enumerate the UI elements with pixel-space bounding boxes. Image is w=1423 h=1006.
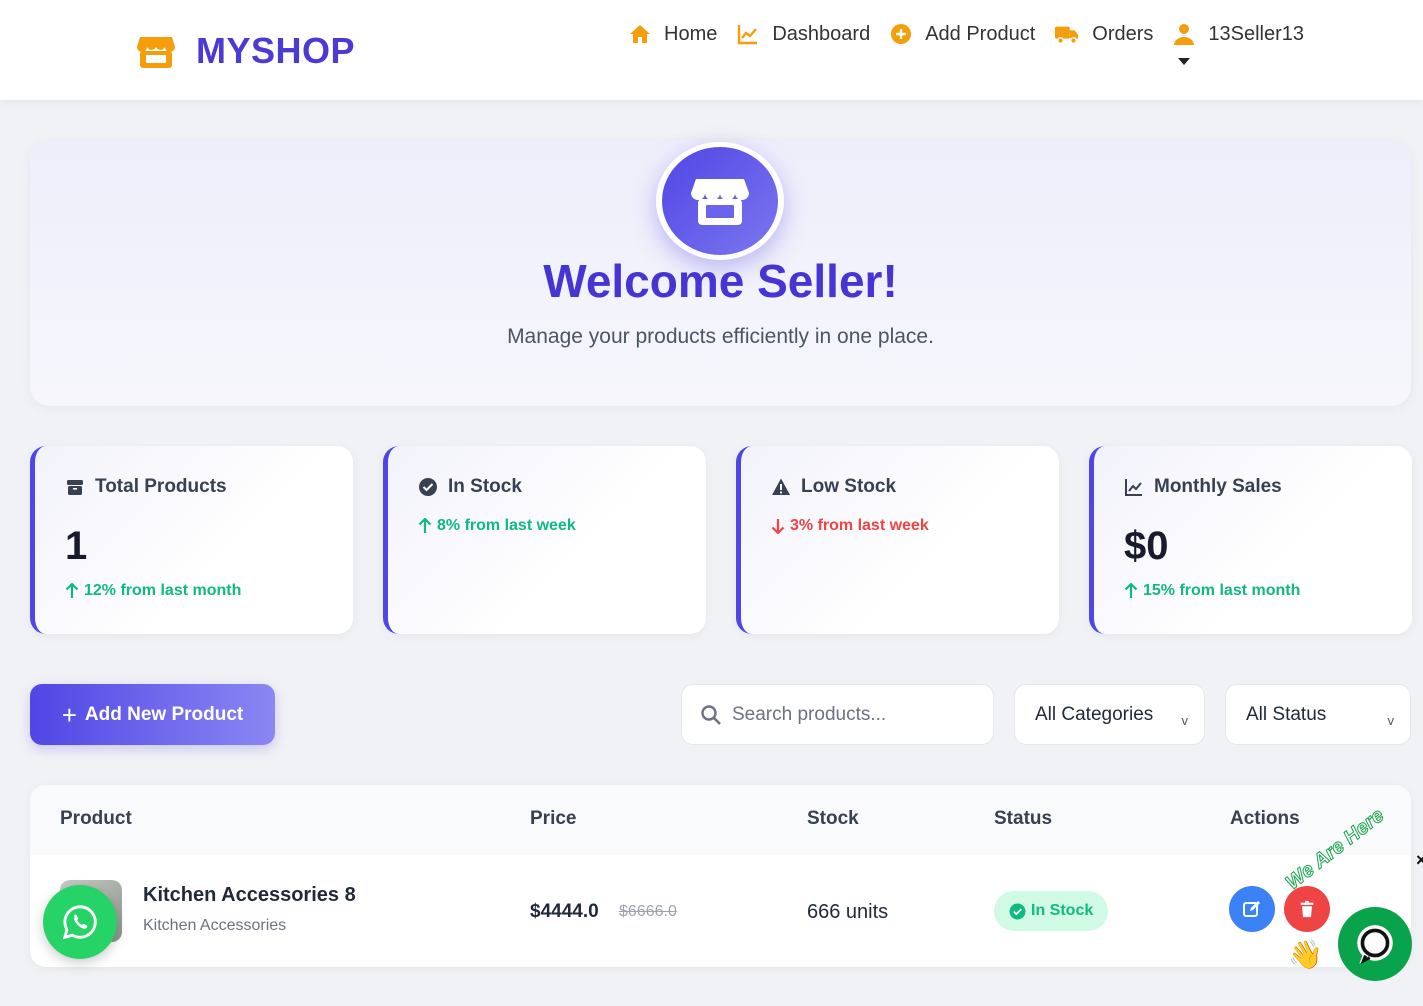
column-header-product[interactable]: Product	[60, 808, 132, 830]
stat-card-total-products: Total Products 1 12% from last month	[30, 446, 353, 634]
nav-add-product-label: Add Product	[925, 22, 1036, 45]
products-table: Product Price Stock Status Actions Kitch…	[30, 785, 1411, 967]
edit-button[interactable]	[1229, 886, 1275, 932]
chart-line-icon	[738, 25, 758, 45]
trash-icon	[1300, 900, 1314, 918]
truck-icon	[1055, 26, 1079, 44]
store-icon	[137, 37, 175, 68]
user-name: 13Seller13	[1208, 22, 1305, 45]
stat-card-low-stock: Low Stock 3% from last week	[736, 446, 1059, 634]
live-chat-button[interactable]	[1338, 907, 1412, 981]
stat-title: Total Products	[95, 476, 227, 497]
add-new-product-button[interactable]: + Add New Product	[30, 684, 275, 745]
nav-orders-label: Orders	[1092, 22, 1154, 45]
arrow-up-icon	[418, 518, 432, 533]
hero-subtitle: Manage your products efficiently in one …	[507, 325, 934, 348]
box-icon	[67, 480, 83, 495]
stat-title: Monthly Sales	[1154, 476, 1282, 497]
plus-icon: +	[61, 699, 77, 730]
stat-value: $0	[1124, 524, 1169, 568]
waving-hand-icon: 👋	[1288, 939, 1323, 970]
warning-icon	[772, 478, 790, 495]
arrow-up-icon	[65, 583, 79, 598]
stat-card-monthly-sales: Monthly Sales $0 15% from last month	[1089, 446, 1412, 634]
main-menu: Home Dashboard Add Product Orders 13Sell…	[628, 22, 1323, 65]
product-price: $4444.0	[530, 901, 599, 922]
nav-orders[interactable]: Orders	[1054, 22, 1153, 46]
chevron-down-icon: v	[1387, 713, 1395, 728]
stat-trend: 12% from last month	[65, 582, 241, 600]
plus-circle-icon	[891, 24, 912, 44]
column-header-price[interactable]: Price	[530, 808, 576, 830]
search-box	[681, 684, 994, 745]
stat-trend-text: 3% from last week	[790, 517, 929, 534]
brand[interactable]: MYSHOP	[136, 30, 355, 72]
product-category: Kitchen Accessories	[143, 917, 287, 934]
status-select[interactable]: All Status v	[1225, 684, 1411, 745]
hero-badge	[656, 142, 784, 260]
category-select-value: All Categories	[1035, 703, 1154, 725]
stat-trend: 8% from last week	[418, 517, 576, 535]
search-input[interactable]	[732, 703, 972, 726]
product-old-price: $6666.0	[619, 903, 677, 920]
whatsapp-icon	[62, 905, 97, 940]
search-icon	[701, 704, 721, 725]
user-menu[interactable]: 13Seller13	[1172, 22, 1305, 65]
stat-title: Low Stock	[801, 476, 897, 497]
column-header-actions: Actions	[1230, 808, 1300, 829]
category-select[interactable]: All Categories v	[1014, 684, 1205, 745]
nav-dashboard[interactable]: Dashboard	[736, 22, 870, 46]
product-stock: 666 units	[807, 901, 889, 923]
stat-trend-text: 15% from last month	[1143, 582, 1301, 599]
brand-name: MYSHOP	[196, 30, 356, 71]
stat-trend: 3% from last week	[771, 517, 929, 535]
status-badge: In Stock	[994, 891, 1109, 931]
table-row: Kitchen Accessories 8 Kitchen Accessorie…	[30, 855, 1411, 967]
chart-line-icon	[1125, 479, 1142, 496]
stat-trend: 15% from last month	[1124, 582, 1300, 600]
edit-icon	[1243, 901, 1260, 917]
nav-dashboard-label: Dashboard	[772, 22, 871, 45]
table-header: Product Price Stock Status Actions	[30, 785, 1411, 855]
store-icon	[691, 179, 749, 225]
stat-trend-text: 8% from last week	[437, 517, 576, 534]
check-circle-icon	[1009, 903, 1026, 919]
add-new-product-label: Add New Product	[84, 703, 244, 725]
status-select-value: All Status	[1246, 703, 1327, 725]
welcome-banner: Welcome Seller! Manage your products eff…	[30, 140, 1411, 406]
column-header-status[interactable]: Status	[994, 808, 1052, 830]
column-header-stock[interactable]: Stock	[807, 808, 859, 830]
delete-button[interactable]	[1284, 886, 1330, 932]
arrow-up-icon	[1124, 583, 1138, 598]
stat-card-in-stock: In Stock 8% from last week	[383, 446, 706, 634]
chevron-down-icon: v	[1181, 713, 1189, 728]
nav-add-product[interactable]: Add Product	[889, 22, 1035, 46]
check-circle-icon	[419, 478, 437, 496]
stat-title: In Stock	[448, 476, 522, 497]
navbar: MYSHOP Home Dashboard Add Product Orders…	[0, 0, 1423, 100]
hero-title: Welcome Seller!	[543, 255, 898, 307]
chat-bubble-icon	[1357, 925, 1393, 964]
status-badge-label: In Stock	[1031, 902, 1094, 919]
stat-trend-text: 12% from last month	[84, 582, 242, 599]
caret-down-icon	[1178, 58, 1191, 65]
arrow-down-icon	[771, 519, 785, 534]
nav-home[interactable]: Home	[628, 22, 717, 46]
stat-value: 1	[65, 524, 88, 568]
home-icon	[630, 25, 650, 43]
nav-home-label: Home	[664, 22, 718, 45]
close-icon[interactable]: ×	[1416, 850, 1423, 871]
whatsapp-button[interactable]	[43, 885, 117, 959]
user-icon	[1174, 24, 1195, 45]
product-name: Kitchen Accessories 8	[143, 884, 356, 906]
